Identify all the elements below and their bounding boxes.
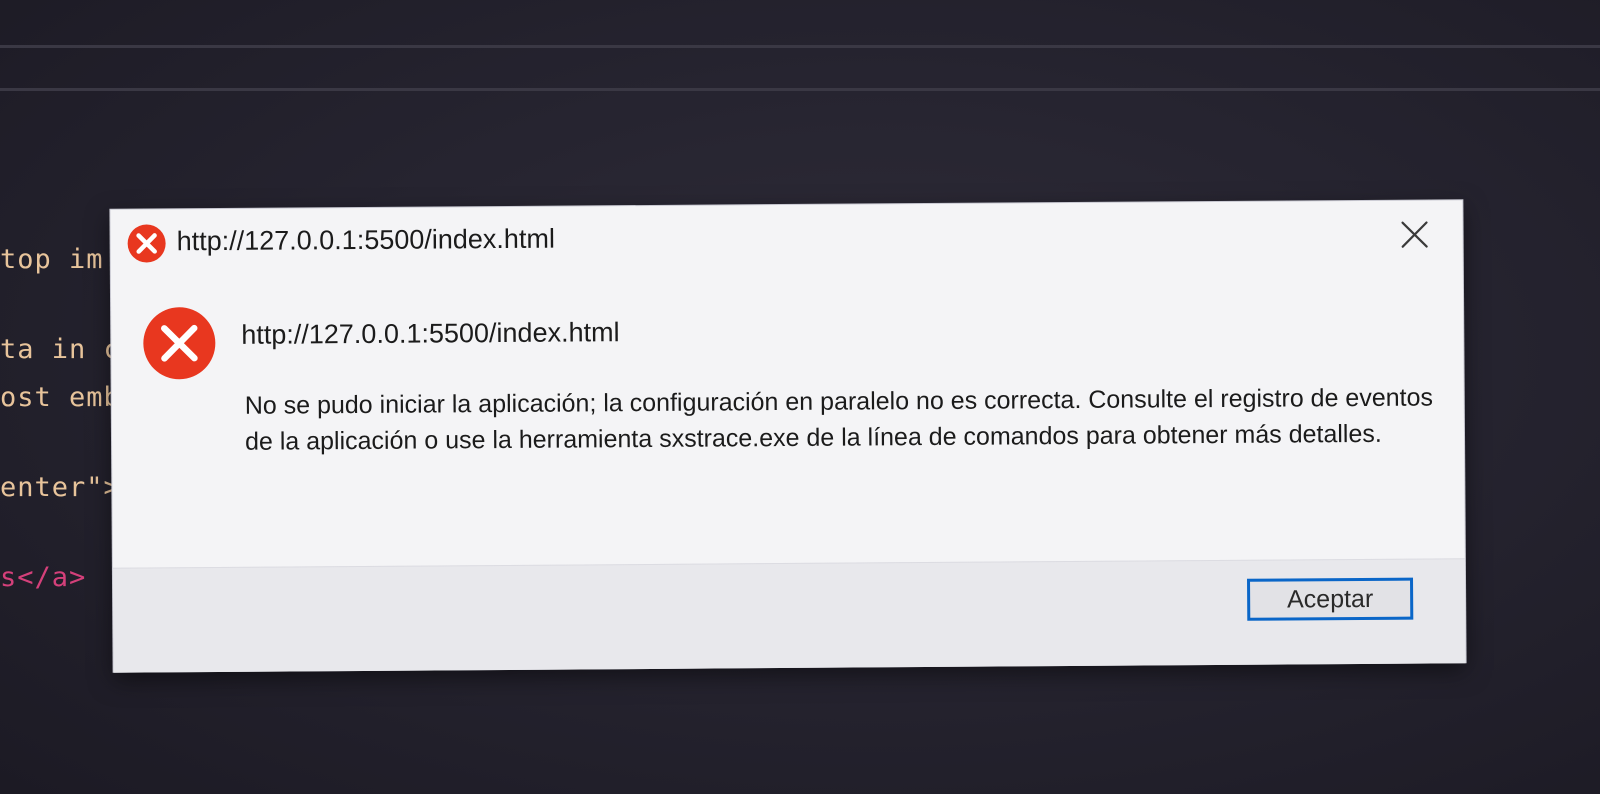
accept-button[interactable]: Aceptar [1247,577,1414,621]
dialog-content: http://127.0.0.1:5500/index.html No se p… [111,266,1465,567]
dialog-footer: Aceptar [112,558,1466,673]
error-icon [127,224,166,263]
code-line: ost emb [0,382,121,413]
dialog-heading: http://127.0.0.1:5500/index.html [241,317,620,350]
error-dialog: http://127.0.0.1:5500/index.html http://… [110,200,1466,673]
code-line: s</a> [0,562,87,593]
background-divider-bottom [0,88,1600,91]
dialog-title: http://127.0.0.1:5500/index.html [176,223,555,257]
error-message: No se pudo iniciar la aplicación; la con… [244,383,1434,456]
close-icon[interactable] [1394,214,1434,254]
code-line: ta in c [0,334,121,365]
dialog-titlebar[interactable]: http://127.0.0.1:5500/index.html [110,200,1462,275]
code-line: top im [0,244,104,275]
background-divider-top [0,45,1600,48]
error-icon [143,307,216,380]
code-line: enter"> [0,472,121,503]
